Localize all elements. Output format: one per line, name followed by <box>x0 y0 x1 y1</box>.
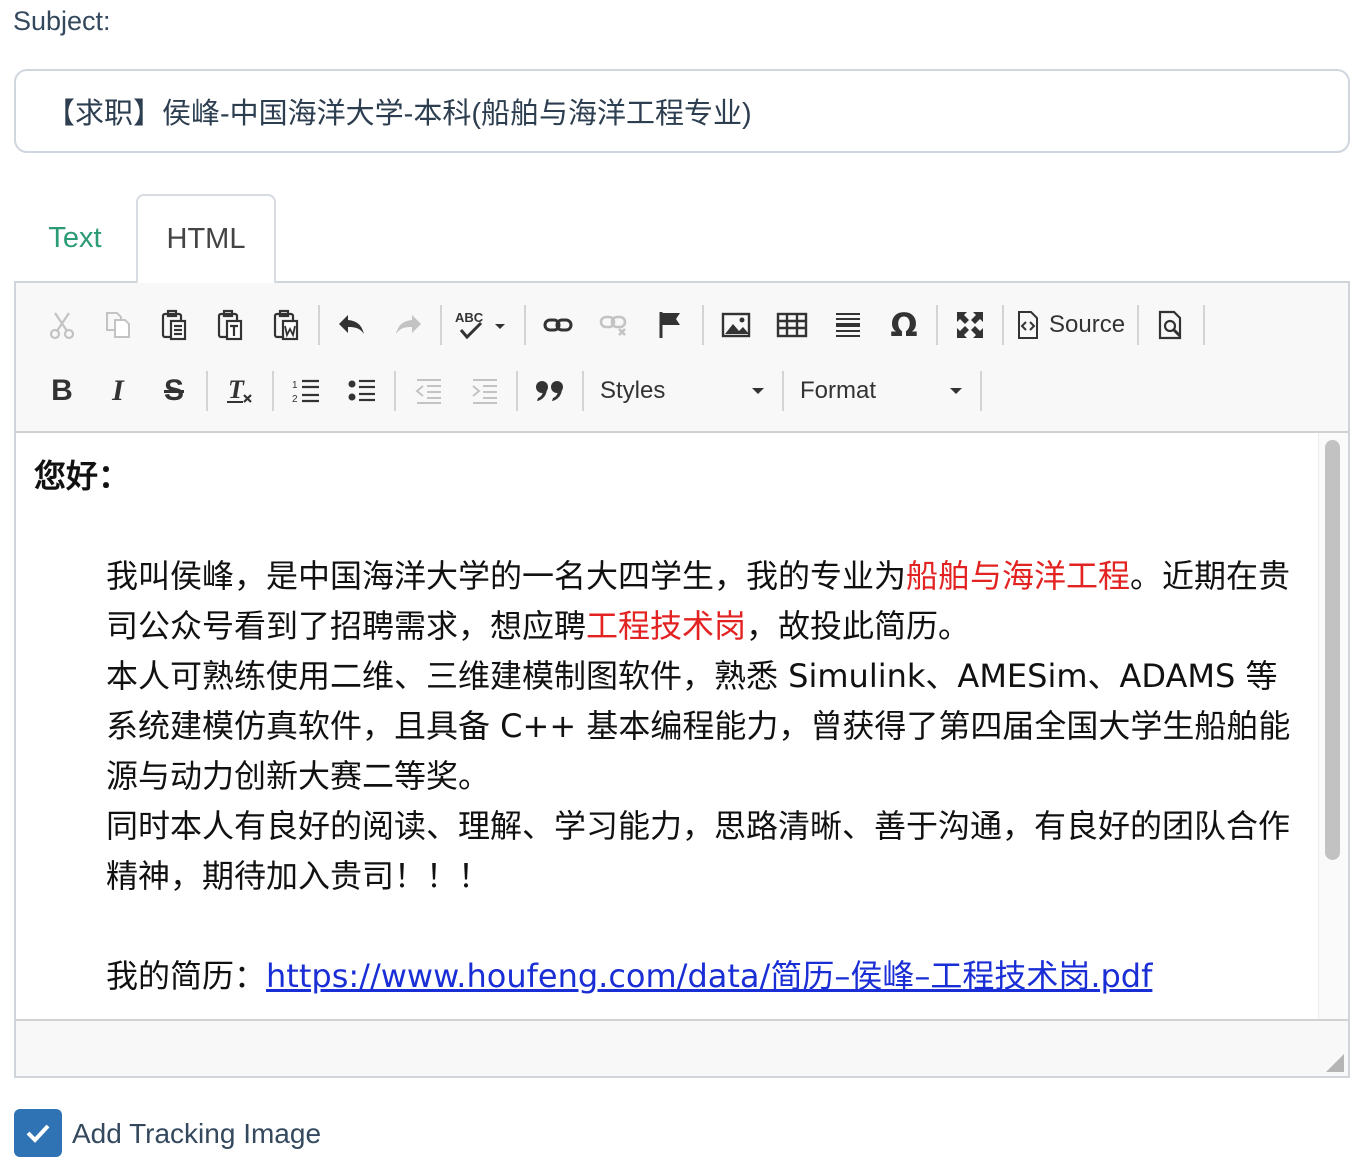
svg-text:T: T <box>228 376 245 404</box>
toolbar-separator <box>936 305 938 345</box>
styles-label: Styles <box>600 377 666 404</box>
toolbar-separator <box>1203 305 1206 345</box>
svg-text:2: 2 <box>292 394 298 405</box>
maximize-icon[interactable] <box>942 300 998 350</box>
link-icon[interactable] <box>530 300 586 350</box>
spellcheck-icon[interactable]: ABC <box>446 300 520 350</box>
toolbar-separator <box>272 371 274 411</box>
paragraph-skills: 本人可熟练使用二维、三维建模制图软件，熟悉 Simulink、AMESim、AD… <box>106 657 1291 795</box>
resume-label: 我的简历： <box>106 957 267 995</box>
chevron-down-icon <box>950 388 962 394</box>
styles-dropdown[interactable]: Styles <box>588 366 778 416</box>
undo-icon[interactable] <box>324 300 380 350</box>
numbered-list-icon[interactable]: 12 <box>278 366 334 416</box>
toolbar-row-1: ABC Ω Source <box>34 295 1209 355</box>
bold-icon[interactable]: B <box>34 366 90 416</box>
toolbar-separator <box>1137 305 1140 345</box>
toolbar-separator <box>1002 305 1004 345</box>
tab-text[interactable]: Text <box>14 194 136 283</box>
editor-content[interactable]: 您好： 我叫侯峰，是中国海洋大学的一名大四学生，我的专业为船舶与海洋工程。近期在… <box>16 433 1318 1019</box>
cut-icon[interactable] <box>34 300 90 350</box>
paragraph-personal: 同时本人有良好的阅读、理解、学习能力，思路清晰、善于沟通，有良好的团队合作精神，… <box>106 807 1291 895</box>
editor-toolbar: ABC Ω Source B I S T 1 2 Styles Format <box>16 283 1348 433</box>
strikethrough-icon[interactable]: S <box>146 366 202 416</box>
unlink-icon[interactable] <box>586 300 642 350</box>
paste-icon[interactable] <box>146 300 202 350</box>
redo-icon[interactable] <box>380 300 436 350</box>
anchor-flag-icon[interactable] <box>642 300 698 350</box>
toolbar-separator <box>440 305 442 345</box>
checkmark-icon <box>26 1124 50 1143</box>
paragraph-resume: 我的简历：https://www.houfeng.com/data/简历–侯峰–… <box>34 951 1300 1001</box>
toolbar-separator <box>582 371 584 411</box>
toolbar-separator <box>394 371 396 411</box>
major-highlight: 船舶与海洋工程 <box>906 557 1131 595</box>
toolbar-row-2: B I S T 12 Styles Format <box>34 361 986 421</box>
format-dropdown[interactable]: Format <box>788 366 976 416</box>
horizontal-rule-icon[interactable] <box>820 300 876 350</box>
table-icon[interactable] <box>764 300 820 350</box>
tracking-label[interactable]: Add Tracking Image <box>72 1118 321 1150</box>
special-char-icon[interactable]: Ω <box>876 300 932 350</box>
italic-icon[interactable]: I <box>90 366 146 416</box>
source-icon <box>1018 311 1038 339</box>
svg-text:1: 1 <box>292 380 298 391</box>
toolbar-separator <box>702 305 704 345</box>
chevron-down-icon <box>752 388 764 394</box>
image-icon[interactable] <box>708 300 764 350</box>
source-label: Source <box>1049 311 1126 338</box>
source-button[interactable]: Source <box>1008 300 1133 350</box>
indent-icon[interactable] <box>456 366 512 416</box>
rich-text-editor: ABC Ω Source B I S T 1 2 Styles Format 您… <box>14 281 1350 1078</box>
format-label: Format <box>800 377 877 404</box>
paste-text-icon[interactable] <box>202 300 258 350</box>
intro-text-c: ，故投此简历。 <box>746 607 971 645</box>
copy-icon[interactable] <box>90 300 146 350</box>
toolbar-separator <box>206 371 208 411</box>
toolbar-separator <box>524 305 526 345</box>
bullet-list-icon[interactable] <box>334 366 390 416</box>
strike-glyph: S <box>163 374 184 407</box>
subject-input[interactable]: 【求职】侯峰-中国海洋大学-本科(船舶与海洋工程专业) <box>14 69 1350 153</box>
svg-text:Ω: Ω <box>890 310 917 340</box>
resume-link[interactable]: https://www.houfeng.com/data/简历–侯峰–工程技术岗… <box>266 957 1152 995</box>
subject-label: Subject: <box>13 6 111 36</box>
editor-status-bar <box>16 1019 1348 1076</box>
preview-icon[interactable] <box>1143 300 1199 350</box>
toolbar-separator <box>980 371 982 411</box>
tab-html[interactable]: HTML <box>136 194 276 283</box>
paste-word-icon[interactable] <box>258 300 314 350</box>
italic-glyph: I <box>112 374 124 407</box>
outdent-icon[interactable] <box>400 366 456 416</box>
greeting: 您好： <box>34 457 131 495</box>
paragraph-intro: 我叫侯峰，是中国海洋大学的一名大四学生，我的专业为船舶与海洋工程。近期在贵司公众… <box>34 551 1300 651</box>
position-highlight: 工程技术岗 <box>586 607 747 645</box>
subject-input-value: 【求职】侯峰-中国海洋大学-本科(船舶与海洋工程专业) <box>46 98 752 130</box>
resize-handle-icon[interactable] <box>1326 1054 1344 1072</box>
blockquote-icon[interactable] <box>522 366 578 416</box>
tracking-checkbox[interactable] <box>14 1109 62 1157</box>
toolbar-separator <box>782 371 784 411</box>
bold-glyph: B <box>51 374 73 407</box>
editor-scrollbar-thumb[interactable] <box>1325 440 1340 860</box>
toolbar-separator <box>516 371 518 411</box>
intro-text-a: 我叫侯峰，是中国海洋大学的一名大四学生，我的专业为 <box>106 557 907 595</box>
remove-format-icon[interactable]: T <box>212 366 268 416</box>
toolbar-separator <box>318 305 320 345</box>
